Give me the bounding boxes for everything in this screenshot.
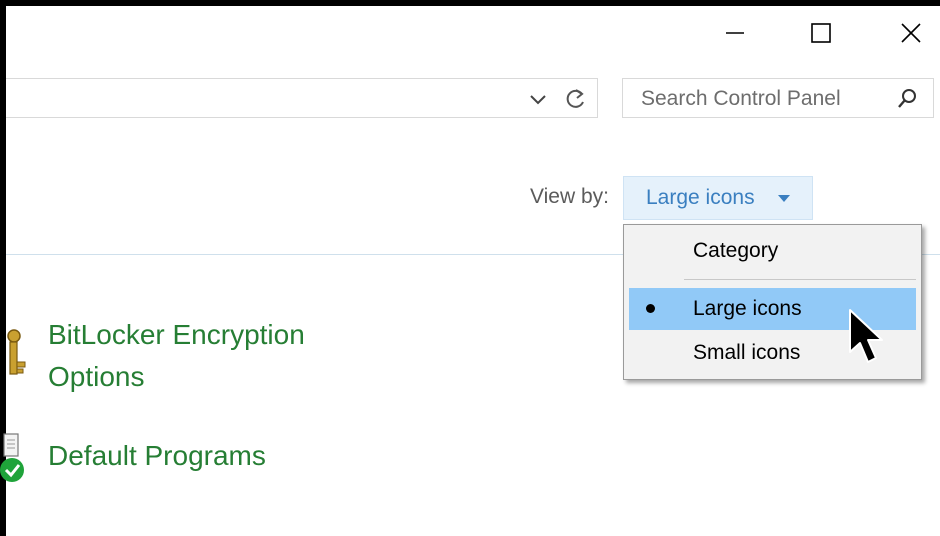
- search-icon: [898, 89, 916, 108]
- address-bar[interactable]: [6, 78, 598, 118]
- bitlocker-label-line2: Options: [48, 361, 145, 392]
- address-dropdown-button[interactable]: [526, 87, 550, 111]
- refresh-button[interactable]: [562, 85, 590, 113]
- bitlocker-label-line1: BitLocker Encryption: [48, 319, 305, 350]
- bitlocker-icon: [0, 322, 30, 382]
- mouse-cursor-icon: [848, 308, 888, 370]
- menu-item-category[interactable]: Category: [629, 230, 916, 272]
- search-button[interactable]: [895, 87, 919, 111]
- refresh-icon: [566, 89, 584, 108]
- minimize-button[interactable]: [712, 10, 758, 56]
- minimize-icon: [726, 32, 744, 34]
- view-by-label: View by:: [530, 185, 609, 208]
- maximize-button[interactable]: [798, 10, 844, 56]
- radio-bullet-icon: [646, 304, 655, 313]
- view-by-dropdown[interactable]: Large icons: [623, 176, 813, 220]
- chevron-down-icon: [530, 95, 546, 105]
- search-input[interactable]: Search Control Panel: [641, 87, 841, 111]
- menu-item-large-icons-label: Large icons: [693, 297, 802, 320]
- menu-separator: [684, 279, 916, 280]
- caret-down-icon: [778, 195, 790, 202]
- default-programs-icon: [0, 432, 30, 488]
- menu-item-small-icons-label: Small icons: [693, 341, 801, 364]
- close-icon: [901, 23, 921, 43]
- default-programs-link[interactable]: Default Programs: [48, 435, 266, 477]
- close-button[interactable]: [888, 10, 934, 56]
- maximize-icon: [811, 23, 831, 43]
- view-by-selected: Large icons: [646, 186, 755, 209]
- menu-item-category-label: Category: [693, 239, 779, 262]
- bitlocker-encryption-options-link[interactable]: BitLocker Encryption Options: [48, 314, 305, 398]
- search-box[interactable]: Search Control Panel: [622, 78, 934, 118]
